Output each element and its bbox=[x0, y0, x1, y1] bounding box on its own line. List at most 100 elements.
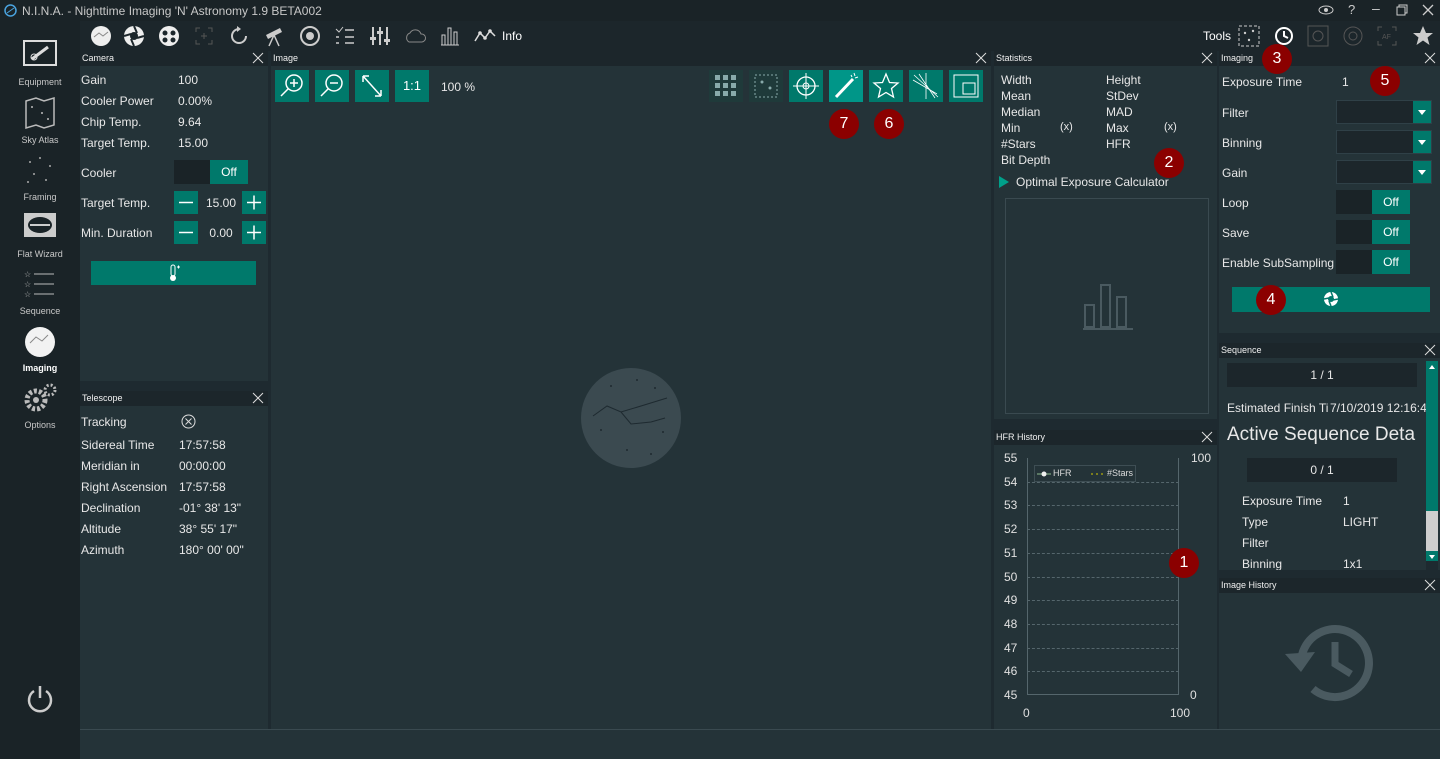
nav-sequence[interactable]: ☆ ☆ ☆ Sequence bbox=[0, 266, 80, 321]
actual-size-button[interactable]: 1:1 bbox=[395, 70, 429, 102]
binning-label: Binning bbox=[1222, 136, 1263, 150]
rotator-icon[interactable] bbox=[228, 25, 250, 47]
target-temp-input[interactable]: 15.00 bbox=[202, 196, 240, 210]
minimize-icon[interactable]: – bbox=[1372, 0, 1380, 16]
cooler-toggle[interactable]: Off bbox=[174, 160, 248, 184]
filter-dropdown[interactable] bbox=[1336, 100, 1432, 124]
optimal-exposure-calculator[interactable]: Optimal Exposure Calculator bbox=[1016, 175, 1169, 189]
nav-options[interactable]: Options bbox=[0, 380, 80, 435]
auto-stretch-button[interactable] bbox=[829, 70, 863, 102]
image-panel-title: Image bbox=[271, 51, 991, 66]
close-icon[interactable] bbox=[1201, 52, 1213, 64]
annotation-badge-4: 4 bbox=[1256, 285, 1286, 315]
annotation-badge-1: 1 bbox=[1169, 548, 1199, 578]
info-graph-icon[interactable] bbox=[474, 27, 496, 45]
guider-icon[interactable] bbox=[194, 26, 214, 46]
thermometer-icon bbox=[170, 264, 180, 281]
seq-binning-value: 1x1 bbox=[1343, 557, 1363, 570]
close-icon[interactable] bbox=[1424, 344, 1436, 356]
exposure-time-input[interactable]: 1 bbox=[1342, 75, 1349, 89]
chevron-down-icon bbox=[1429, 555, 1435, 559]
altitude-value: 38° 55' 17" bbox=[179, 522, 238, 536]
polar-align-tool-icon[interactable] bbox=[1342, 25, 1364, 47]
scroll-up-button[interactable] bbox=[1426, 361, 1438, 371]
camera-panel-title: Camera bbox=[80, 51, 268, 66]
target-temp-decrease-button[interactable] bbox=[174, 191, 198, 214]
focuser-icon[interactable] bbox=[158, 25, 180, 47]
min-duration-increase-button[interactable] bbox=[242, 221, 266, 244]
nav-sky-atlas[interactable]: Sky Atlas bbox=[0, 95, 80, 150]
gain-dropdown[interactable] bbox=[1336, 160, 1432, 184]
target-temp-readout-label: Target Temp. bbox=[81, 136, 151, 150]
camera-gain-label: Gain bbox=[81, 73, 107, 87]
close-icon[interactable] bbox=[1201, 431, 1213, 443]
nav-imaging[interactable]: Imaging bbox=[0, 323, 80, 378]
scroll-down-button[interactable] bbox=[1426, 551, 1438, 561]
detect-stars-button[interactable] bbox=[869, 70, 903, 102]
power-icon[interactable] bbox=[26, 684, 54, 714]
maximize-icon[interactable] bbox=[1396, 4, 1408, 16]
bahtinov-button[interactable] bbox=[909, 70, 943, 102]
options-icon bbox=[24, 383, 57, 412]
star-analysis-tool-icon[interactable] bbox=[1307, 25, 1329, 47]
camera-icon[interactable] bbox=[90, 25, 112, 47]
plus-icon bbox=[247, 225, 261, 240]
subsample-button[interactable] bbox=[949, 70, 983, 102]
nav-equipment[interactable]: Equipment bbox=[0, 37, 80, 92]
cooler-label: Cooler bbox=[81, 166, 117, 180]
y-left-tick: 47 bbox=[1004, 640, 1018, 655]
close-icon[interactable] bbox=[252, 52, 264, 64]
star-detection-tool-icon[interactable] bbox=[1238, 25, 1260, 47]
hfr-gridline bbox=[1027, 481, 1179, 483]
scroll-track[interactable] bbox=[1426, 371, 1438, 511]
info-tab[interactable]: Info bbox=[502, 29, 522, 43]
target-temp-increase-button[interactable] bbox=[242, 191, 266, 214]
filter-wheel-icon[interactable] bbox=[123, 25, 145, 47]
crosshair-button[interactable] bbox=[789, 70, 823, 102]
loop-toggle[interactable]: Off bbox=[1336, 190, 1410, 214]
apply-cooling-button[interactable] bbox=[91, 261, 256, 285]
favorites-star-icon[interactable] bbox=[1411, 24, 1435, 48]
checklist-icon[interactable] bbox=[334, 25, 356, 47]
close-window-icon[interactable] bbox=[1422, 4, 1434, 16]
sequence-scrollbar[interactable] bbox=[1426, 361, 1438, 570]
x-left-tick: 0 bbox=[1023, 706, 1030, 720]
camera-panel: Camera Gain 100 Cooler Power 0.00% Chip … bbox=[80, 51, 268, 381]
zoom-in-button[interactable] bbox=[275, 70, 309, 102]
stat-height-label: Height bbox=[1106, 73, 1141, 87]
help-icon[interactable]: ? bbox=[1348, 2, 1355, 17]
close-icon[interactable] bbox=[1424, 579, 1436, 591]
min-duration-input[interactable]: 0.00 bbox=[202, 226, 240, 240]
stat-min-x: (x) bbox=[1060, 121, 1073, 133]
image-history-panel: Image History bbox=[1219, 578, 1440, 729]
close-icon[interactable] bbox=[252, 392, 264, 404]
close-icon[interactable] bbox=[1424, 52, 1436, 64]
switch-icon[interactable] bbox=[369, 25, 391, 47]
zoom-out-button[interactable] bbox=[315, 70, 349, 102]
save-toggle[interactable]: Off bbox=[1336, 220, 1410, 244]
dome-icon[interactable] bbox=[299, 25, 321, 47]
binning-dropdown[interactable] bbox=[1336, 130, 1432, 154]
telescope-icon[interactable] bbox=[263, 25, 285, 47]
min-duration-decrease-button[interactable] bbox=[174, 221, 198, 244]
autofocus-tool-icon[interactable]: AF bbox=[1376, 25, 1398, 47]
y-left-tick: 53 bbox=[1004, 498, 1018, 513]
nav-flat-wizard[interactable]: Flat Wizard bbox=[0, 209, 80, 264]
statistics-chart-icon[interactable] bbox=[439, 25, 461, 47]
weather-icon[interactable] bbox=[403, 27, 427, 45]
declination-label: Declination bbox=[81, 501, 141, 515]
close-icon[interactable] bbox=[975, 52, 987, 64]
scroll-thumb[interactable] bbox=[1426, 511, 1438, 551]
expand-arrow-icon[interactable] bbox=[998, 175, 1010, 189]
subframe-icon bbox=[953, 74, 979, 98]
fit-to-window-button[interactable] bbox=[355, 70, 389, 102]
eye-icon[interactable] bbox=[1318, 4, 1334, 16]
subsampling-toggle[interactable]: Off bbox=[1336, 250, 1410, 274]
hfr-gridline bbox=[1027, 529, 1179, 531]
annotation-badge-2: 2 bbox=[1154, 148, 1184, 178]
grid-overlay-button[interactable] bbox=[709, 70, 743, 102]
hfr-gridline bbox=[1027, 576, 1179, 578]
nav-framing[interactable]: Framing bbox=[0, 152, 80, 207]
meridian-value: 00:00:00 bbox=[179, 459, 226, 473]
annotate-stars-button[interactable] bbox=[749, 70, 783, 102]
